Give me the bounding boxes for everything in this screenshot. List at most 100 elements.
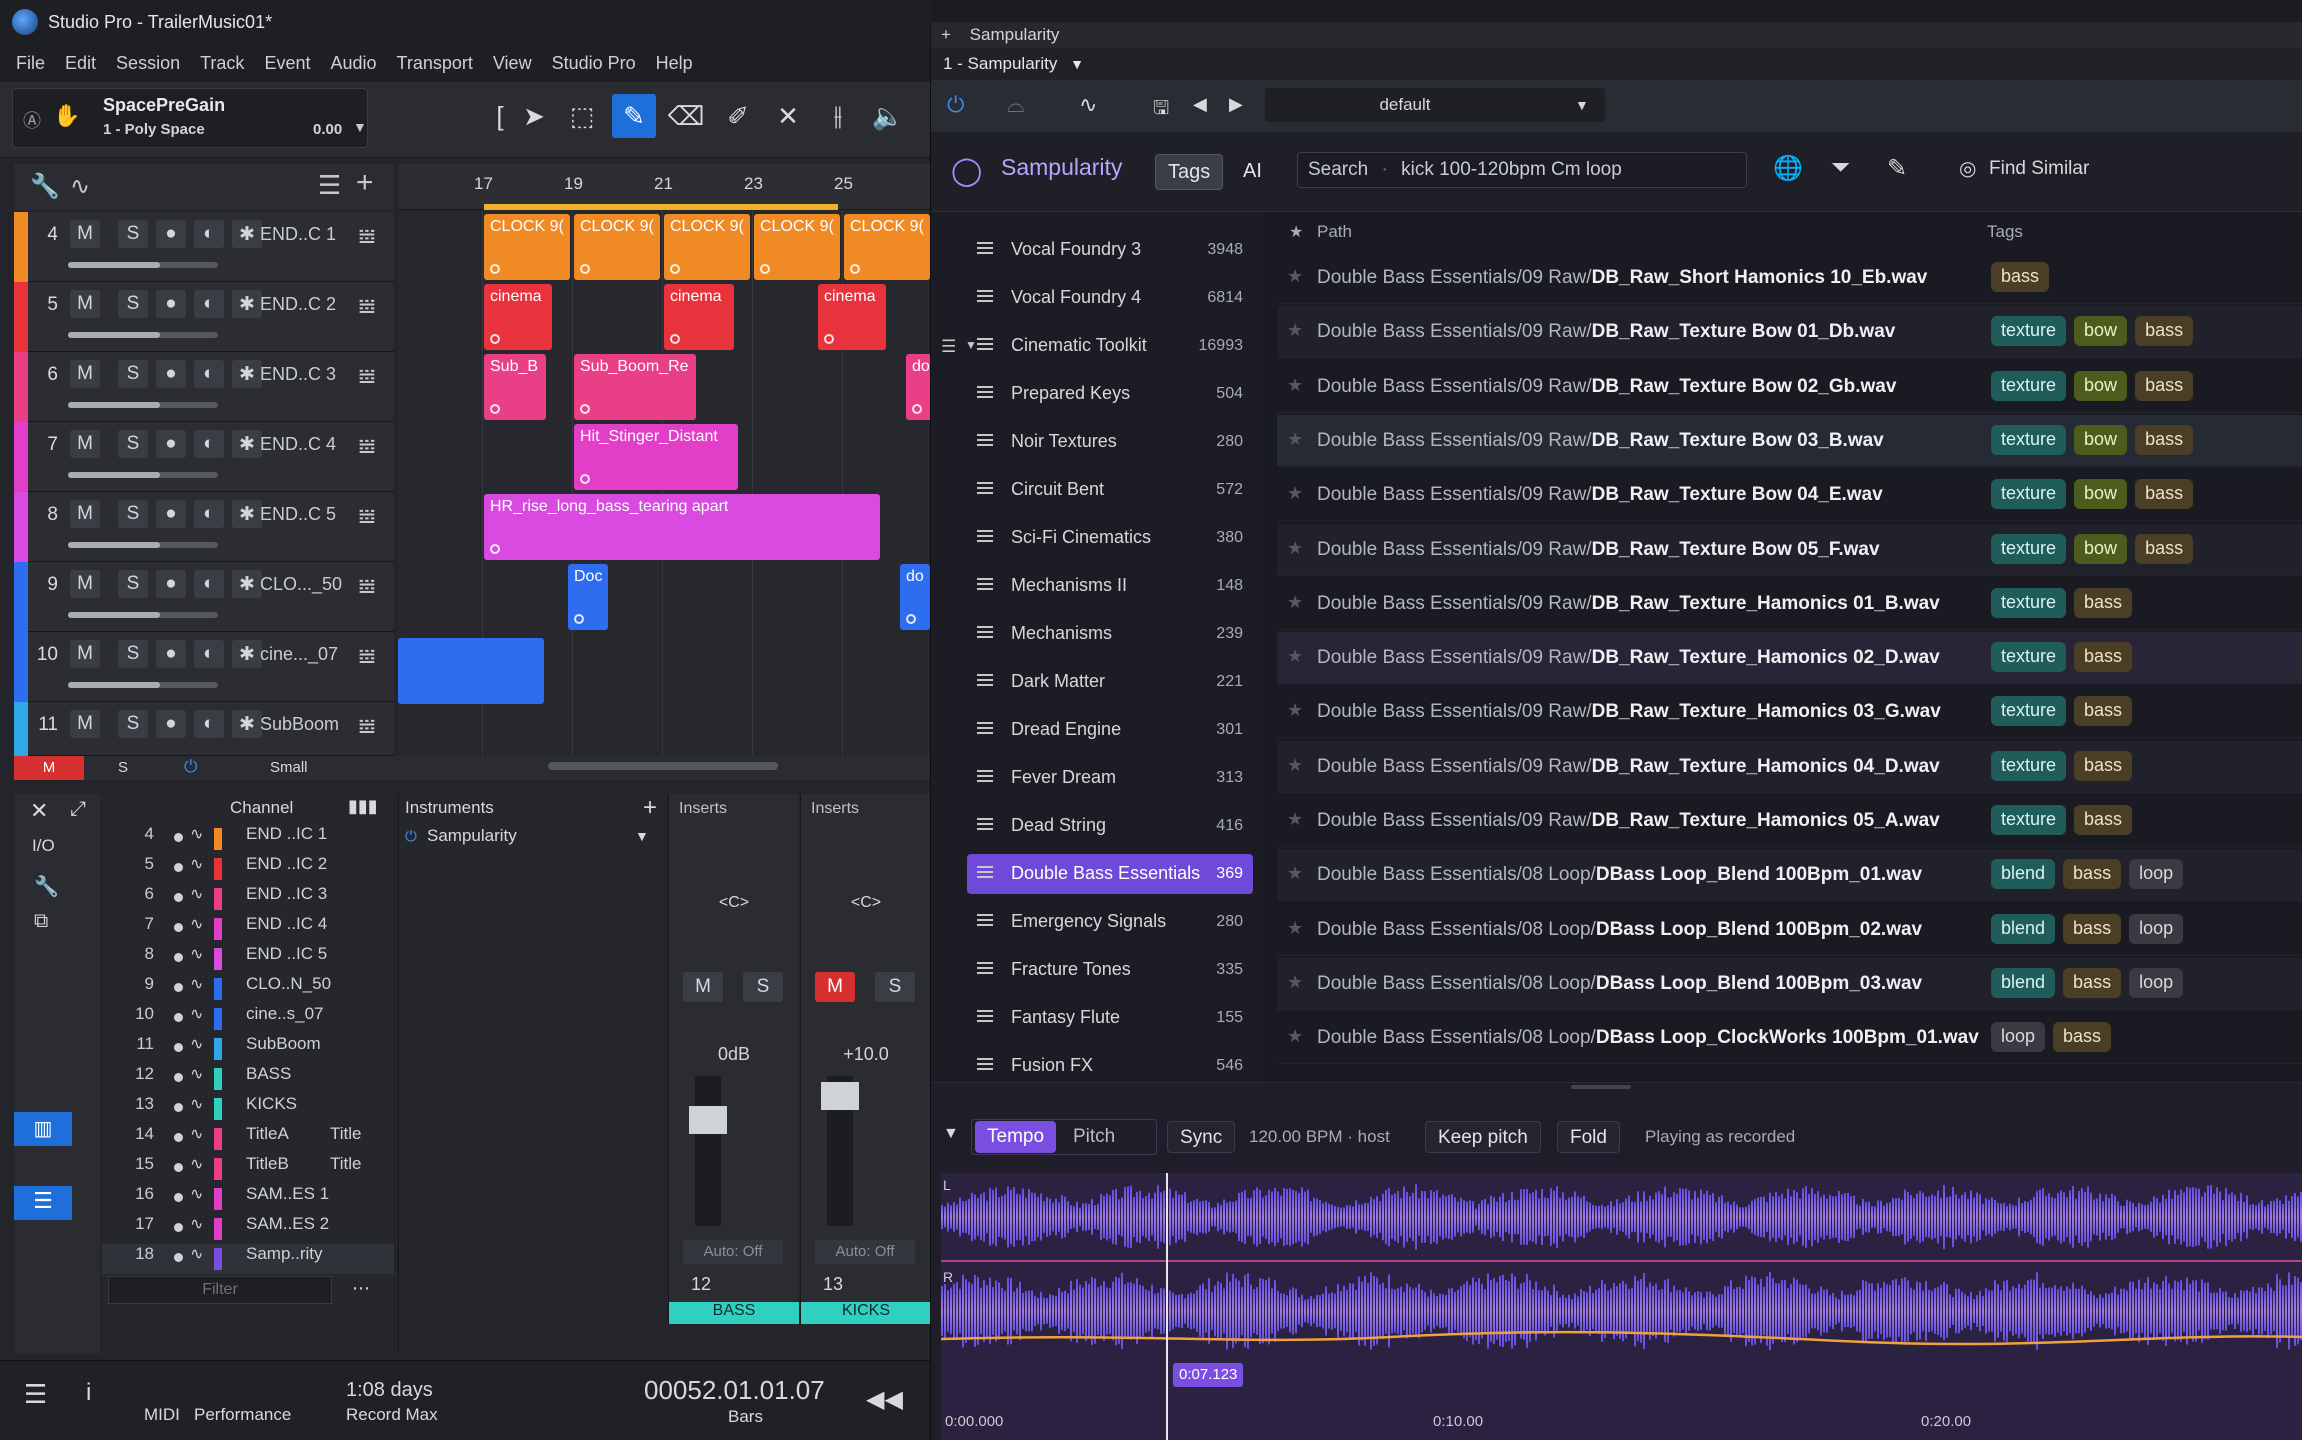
- monitor-icon[interactable]: ◐: [194, 360, 224, 388]
- horizontal-scrollbar[interactable]: [548, 762, 778, 770]
- search-input[interactable]: Search · kick 100-120bpm Cm loop: [1297, 152, 1747, 188]
- asterisk-icon[interactable]: ✱: [232, 430, 262, 458]
- volume-fader[interactable]: [68, 332, 218, 338]
- channel-row[interactable]: 4 ∿ END ..IC 1: [102, 824, 394, 854]
- favorite-star-icon[interactable]: ★: [1287, 755, 1303, 776]
- monitor-icon[interactable]: ◐: [194, 640, 224, 668]
- solo-button[interactable]: S: [118, 710, 148, 738]
- favorite-star-icon[interactable]: ★: [1287, 700, 1303, 721]
- volume-fader[interactable]: [68, 612, 218, 618]
- audio-clip[interactable]: CLOCK 9(: [844, 214, 930, 280]
- monitor-icon[interactable]: ◐: [194, 710, 224, 738]
- menu-studio-pro[interactable]: Studio Pro: [542, 53, 646, 74]
- tab-ai[interactable]: AI: [1231, 154, 1274, 190]
- globe-icon[interactable]: 🌐: [1773, 154, 1803, 183]
- network-icon[interactable]: ⧉: [34, 910, 48, 933]
- tag-chip[interactable]: texture: [1991, 696, 2067, 727]
- tag-chip[interactable]: bass: [2135, 479, 2194, 510]
- tag-chip[interactable]: texture: [1991, 533, 2067, 564]
- menu-edit[interactable]: Edit: [55, 53, 106, 74]
- tag-chip[interactable]: texture: [1991, 316, 2067, 347]
- automation-mode[interactable]: Auto: Off: [815, 1240, 915, 1264]
- favorite-star-icon[interactable]: ★: [1287, 646, 1303, 667]
- track-row[interactable]: 10 M S ● ◐ ✱ cine..._07 𝍂: [14, 632, 394, 702]
- mixer-strip-kicks[interactable]: Inserts <C> M S +10.0 Auto: Off 13 KICKS: [800, 794, 931, 1324]
- library-item[interactable]: Sci-Fi Cinematics 380: [967, 518, 1253, 558]
- track-row[interactable]: 11 M S ● ◐ ✱ SubBoom 𝍂: [14, 702, 394, 756]
- library-item[interactable]: Dread Engine 301: [967, 710, 1253, 750]
- expand-icon[interactable]: ⤢: [70, 798, 86, 821]
- asterisk-icon[interactable]: ✱: [232, 290, 262, 318]
- favorite-star-icon[interactable]: ★: [1287, 592, 1303, 613]
- find-similar-icon[interactable]: ◎: [1959, 156, 1976, 181]
- tag-chip[interactable]: bass: [2074, 642, 2133, 673]
- edit-icon[interactable]: ✎: [1887, 154, 1907, 183]
- power-icon[interactable]: ⏻: [947, 92, 964, 118]
- visibility-dot-icon[interactable]: [174, 1163, 183, 1172]
- wrench-icon[interactable]: 🔧: [30, 172, 60, 201]
- tag-chip[interactable]: loop: [2129, 913, 2184, 944]
- solo-button[interactable]: S: [118, 430, 148, 458]
- position-display[interactable]: 00052.01.01.07: [644, 1375, 825, 1406]
- solo-button[interactable]: S: [118, 220, 148, 248]
- inserts-header[interactable]: Inserts: [669, 794, 799, 824]
- solo-button[interactable]: S: [118, 500, 148, 528]
- audio-clip[interactable]: cinema: [664, 284, 734, 350]
- close-icon[interactable]: ✕: [30, 798, 48, 824]
- visibility-dot-icon[interactable]: [174, 1133, 183, 1142]
- track-row[interactable]: 5 M S ● ◐ ✱ END..C 2 𝍂: [14, 282, 394, 352]
- monitor-icon[interactable]: ◐: [194, 500, 224, 528]
- record-icon[interactable]: ●: [156, 430, 186, 458]
- menu-event[interactable]: Event: [254, 53, 320, 74]
- pencil-tool-icon[interactable]: ✎: [612, 94, 656, 138]
- asterisk-icon[interactable]: ✱: [232, 220, 262, 248]
- library-item[interactable]: Dark Matter 221: [967, 662, 1253, 702]
- track-size-select[interactable]: Small: [270, 759, 308, 776]
- record-icon[interactable]: ●: [156, 570, 186, 598]
- monitor-icon[interactable]: ◐: [194, 220, 224, 248]
- track-row[interactable]: 8 M S ● ◐ ✱ END..C 5 𝍂: [14, 492, 394, 562]
- favorite-star-icon[interactable]: ★: [1287, 375, 1303, 396]
- track-row[interactable]: 9 M S ● ◐ ✱ CLO..._50 𝍂: [14, 562, 394, 632]
- preset-select[interactable]: default ▼: [1265, 88, 1605, 122]
- position-unit[interactable]: Bars: [728, 1407, 763, 1427]
- channel-row[interactable]: 13 ∿ KICKS: [102, 1094, 394, 1124]
- mute-button[interactable]: M: [815, 972, 855, 1002]
- automation-mode[interactable]: Auto: Off: [683, 1240, 783, 1264]
- tag-chip[interactable]: blend: [1991, 913, 2056, 944]
- mute-button[interactable]: M: [70, 290, 100, 318]
- asterisk-icon[interactable]: ✱: [232, 500, 262, 528]
- channel-row[interactable]: 18 ∿ Samp..rity: [102, 1244, 394, 1274]
- mixer-strip-bass[interactable]: Inserts <C> M S 0dB Auto: Off 12 BASS: [668, 794, 799, 1324]
- channel-row[interactable]: 12 ∿ BASS: [102, 1064, 394, 1094]
- tag-chip[interactable]: bow: [2074, 370, 2128, 401]
- library-item[interactable]: Mechanisms II 148: [967, 566, 1253, 606]
- power-icon[interactable]: ⏻: [184, 757, 197, 777]
- visibility-dot-icon[interactable]: [174, 983, 183, 992]
- audio-clip[interactable]: cinema: [484, 284, 552, 350]
- track-row[interactable]: 4 M S ● ◐ ✱ END..C 1 𝍂: [14, 212, 394, 282]
- mute-tool-icon[interactable]: ✕: [766, 94, 810, 138]
- favorite-star-icon[interactable]: ★: [1287, 483, 1303, 504]
- power-icon[interactable]: ⏻: [405, 828, 417, 845]
- menu-view[interactable]: View: [483, 53, 542, 74]
- keyboard-icon[interactable]: ▥: [14, 1112, 72, 1146]
- find-similar-button[interactable]: Find Similar: [1989, 158, 2089, 180]
- global-solo-button[interactable]: S: [118, 759, 128, 776]
- wrench-icon[interactable]: 🔧: [34, 874, 59, 899]
- sample-row[interactable]: ★ Double Bass Essentials/08 Loop/DBass Lo…: [1277, 904, 2302, 956]
- record-icon[interactable]: ●: [156, 640, 186, 668]
- record-icon[interactable]: ●: [156, 360, 186, 388]
- tag-chip[interactable]: bow: [2074, 533, 2128, 564]
- favorite-star-icon[interactable]: ★: [1287, 972, 1303, 993]
- mute-button[interactable]: M: [70, 220, 100, 248]
- info-icon[interactable]: i: [86, 1379, 91, 1407]
- audio-clip[interactable]: Hit_Stinger_Distant: [574, 424, 738, 490]
- eraser-tool-icon[interactable]: ⌫: [664, 94, 708, 138]
- visibility-dot-icon[interactable]: [174, 863, 183, 872]
- solo-button[interactable]: S: [118, 570, 148, 598]
- library-item[interactable]: Circuit Bent 572: [967, 470, 1253, 510]
- library-item[interactable]: Vocal Foundry 4 6814: [967, 278, 1253, 318]
- sample-row[interactable]: ★ Double Bass Essentials/09 Raw/DB_Raw_Te…: [1277, 523, 2302, 576]
- visibility-dot-icon[interactable]: [174, 1013, 183, 1022]
